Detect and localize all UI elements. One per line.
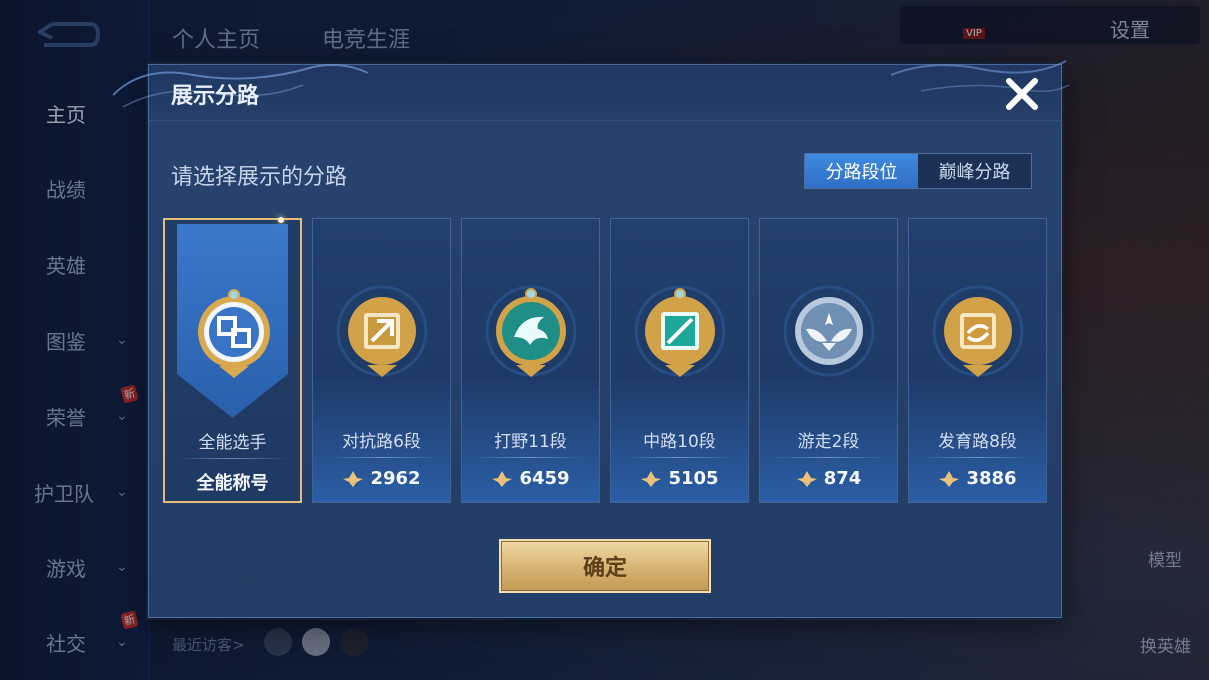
lane-name: 中路10段: [643, 432, 716, 452]
card-divider: [474, 457, 587, 458]
lane-name: 打野11段: [494, 432, 567, 452]
roam-emblem-icon: [784, 285, 874, 377]
selection-sparkle-icon: [278, 217, 284, 223]
modal-subtitle: 请选择展示的分路: [171, 165, 348, 190]
lane-score: 5105: [611, 468, 748, 489]
lane-power-value: 874: [823, 468, 862, 489]
lane-card[interactable]: 发育路8段 3886: [908, 218, 1047, 503]
lane-score: 874: [760, 468, 897, 489]
lane-score: 2962: [313, 468, 450, 489]
card-divider: [623, 457, 736, 458]
close-icon[interactable]: [1001, 73, 1043, 115]
lane-card[interactable]: 打野11段 6459: [461, 218, 600, 503]
lane-mode-toggle: 分路段位 巅峰分路: [804, 153, 1032, 189]
modal-title: 展示分路: [171, 84, 260, 109]
farm-lane-emblem-icon: [933, 285, 1023, 377]
cloud-ornament-icon: [891, 60, 1070, 92]
all-round-title-label: 全能称号: [196, 473, 269, 494]
all-round-emblem-icon: [198, 289, 270, 378]
lane-card[interactable]: 对抗路6段 2962: [312, 218, 451, 503]
lane-display-modal: 展示分路 请选择展示的分路 分路段位 巅峰分路 全能选手 全能称号 对抗路6段 …: [113, 60, 1070, 618]
lane-power-value: 3886: [966, 468, 1017, 489]
power-mark-icon: [343, 470, 364, 487]
tab-peak-lane[interactable]: 巅峰分路: [918, 154, 1031, 188]
clash-lane-emblem-icon: [337, 285, 427, 377]
power-mark-icon: [939, 470, 960, 487]
card-divider: [325, 457, 438, 458]
lane-footer: 全能称号: [165, 469, 300, 495]
tab-lane-rank[interactable]: 分路段位: [805, 154, 918, 188]
power-mark-icon: [796, 470, 817, 487]
lane-power-value: 6459: [519, 468, 570, 489]
confirm-button[interactable]: 确定: [499, 539, 711, 593]
lane-name: 全能选手: [198, 433, 267, 453]
jungle-emblem-icon: [486, 285, 576, 377]
lane-card[interactable]: 游走2段 874: [759, 218, 898, 503]
lane-score: 3886: [909, 468, 1046, 489]
lane-power-value: 5105: [668, 468, 719, 489]
lane-name: 发育路8段: [938, 432, 1017, 452]
card-divider: [177, 458, 288, 459]
card-divider: [921, 457, 1034, 458]
mid-lane-emblem-icon: [635, 285, 725, 377]
lane-card[interactable]: 中路10段 5105: [610, 218, 749, 503]
lane-card-list: 全能选手 全能称号 对抗路6段 2962 打野11段 6459 中路10段 51…: [163, 217, 1049, 503]
lane-name: 游走2段: [797, 432, 860, 452]
power-mark-icon: [641, 470, 662, 487]
power-mark-icon: [492, 470, 513, 487]
lane-name: 对抗路6段: [342, 432, 421, 452]
lane-card[interactable]: 全能选手 全能称号: [163, 217, 302, 503]
card-divider: [772, 457, 885, 458]
lane-score: 6459: [462, 468, 599, 489]
lane-power-value: 2962: [370, 468, 421, 489]
